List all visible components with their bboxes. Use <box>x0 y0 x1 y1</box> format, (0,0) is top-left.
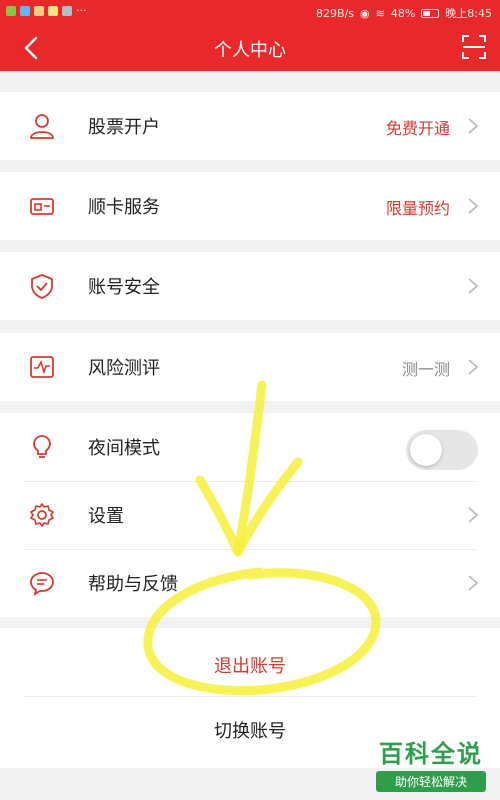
app-notification-icon <box>34 5 44 16</box>
menu-item-risk-assessment[interactable]: 风险测评 测一测 <box>0 333 500 401</box>
network-speed: 829B/s <box>316 6 355 20</box>
chat-bubble-icon <box>30 572 54 596</box>
app-notification-icon <box>48 5 58 16</box>
more-notifications-icon: ··· <box>76 4 87 17</box>
card-service-section: 顺卡服务 限量预约 <box>0 172 500 240</box>
toggle-knob <box>410 434 442 466</box>
chevron-right-icon <box>468 575 479 591</box>
battery-percent: 48% <box>390 6 416 20</box>
chevron-right-icon <box>468 278 479 294</box>
logout-button[interactable]: 退出账号 <box>0 652 500 678</box>
page-title: 个人中心 <box>214 40 286 61</box>
menu-item-help-feedback[interactable]: 帮助与反馈 <box>0 549 500 617</box>
account-security-section: 账号安全 <box>0 252 500 320</box>
menu-item-stock-account[interactable]: 股票开户 免费开通 <box>0 92 500 160</box>
watermark-logo: 百科全说 助你轻松解决 <box>376 734 486 792</box>
status-bar: ··· 829B/s ◉ ≋ 48% 晚上8:45 <box>0 0 500 24</box>
menu-item-night-mode: 夜间模式 <box>0 413 500 481</box>
divider <box>24 696 476 697</box>
notification-icons: ··· <box>6 4 87 17</box>
risk-assessment-section: 风险测评 测一测 <box>0 333 500 401</box>
night-mode-toggle[interactable] <box>406 430 478 470</box>
menu-item-account-security[interactable]: 账号安全 <box>0 252 500 320</box>
menu-item-label: 顺卡服务 <box>88 197 160 218</box>
gear-icon <box>30 503 54 527</box>
shield-icon <box>31 274 53 299</box>
chevron-right-icon <box>468 507 479 523</box>
menu-item-label: 夜间模式 <box>88 438 160 459</box>
wifi-icon: ≋ <box>375 6 385 20</box>
chevron-right-icon <box>468 359 479 375</box>
app-notification-icon <box>62 5 72 16</box>
menu-item-value: 限量预约 <box>385 199 450 218</box>
menu-item-label: 股票开户 <box>88 117 160 138</box>
app-notification-icon <box>6 5 16 16</box>
menu-item-value: 测一测 <box>401 360 450 379</box>
menu-item-settings[interactable]: 设置 <box>0 481 500 549</box>
card-icon <box>30 198 54 215</box>
stock-account-section: 股票开户 免费开通 <box>0 92 500 160</box>
lightbulb-icon <box>33 435 51 458</box>
menu-item-label: 账号安全 <box>88 277 160 298</box>
menu-item-card-service[interactable]: 顺卡服务 限量预约 <box>0 172 500 240</box>
menu-item-label: 设置 <box>88 506 124 527</box>
chevron-right-icon <box>468 198 479 214</box>
eye-icon: ◉ <box>360 6 370 20</box>
preferences-section: 夜间模式 设置 帮助与反馈 <box>0 413 500 617</box>
user-icon <box>30 114 54 139</box>
menu-item-value: 免费开通 <box>385 119 450 138</box>
app-notification-icon <box>20 5 30 16</box>
chevron-right-icon <box>468 118 479 134</box>
menu-item-label: 帮助与反馈 <box>88 574 178 595</box>
pulse-chart-icon <box>30 356 54 378</box>
battery-icon <box>421 8 440 18</box>
title-bar: 个人中心 <box>0 24 500 71</box>
menu-item-label: 风险测评 <box>88 358 160 379</box>
watermark-subtitle: 助你轻松解决 <box>376 771 486 792</box>
watermark-title: 百科全说 <box>379 740 483 768</box>
clock: 晚上8:45 <box>445 7 492 20</box>
scan-icon[interactable] <box>460 33 488 61</box>
